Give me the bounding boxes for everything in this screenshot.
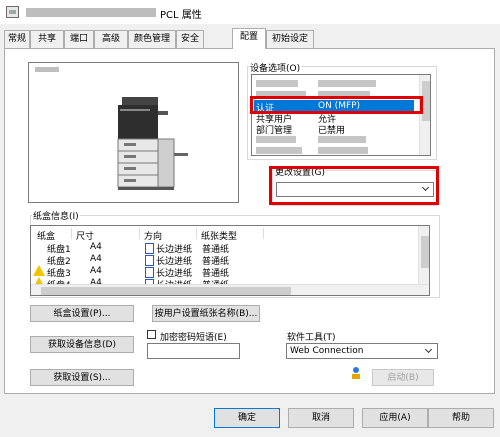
col-header-orientation[interactable]: 方向 [144, 229, 162, 242]
tray-size: A4 [90, 266, 102, 276]
table-row[interactable]: 纸盘2 A4 长边进纸 普通纸 [31, 254, 421, 267]
cancel-button[interactable]: 取消 [288, 408, 354, 428]
encrypt-passphrase-input[interactable] [147, 343, 240, 359]
tab-sharing[interactable]: 共享 [30, 30, 64, 48]
highlight-auth-row [250, 96, 423, 114]
tab-ports[interactable]: 端口 [64, 30, 94, 48]
software-tool-dropdown[interactable]: Web Connection [286, 343, 438, 359]
encrypt-checkbox[interactable] [147, 330, 156, 339]
tab-advanced[interactable]: 高级 [94, 30, 128, 48]
paper-orientation-icon [145, 243, 154, 254]
paper-orientation-icon [145, 267, 154, 278]
col-header-type[interactable]: 纸张类型 [201, 229, 237, 242]
paper-name-setting-button[interactable]: 按用户设置纸张名称(B)... [152, 305, 260, 322]
ok-button[interactable]: 确定 [214, 408, 280, 428]
info-user-icon [352, 367, 360, 379]
warning-icon [33, 265, 45, 276]
software-tool-label: 软件工具(T) [287, 333, 336, 343]
list-item[interactable] [254, 145, 414, 155]
tray-setting-button[interactable]: 纸盒设置(P)... [30, 305, 134, 322]
printer-image-icon [117, 97, 188, 190]
title-bar: PCL 属性 [0, 0, 500, 24]
launch-button[interactable]: 启动(B) [372, 369, 434, 386]
tray-size: A4 [90, 242, 102, 252]
device-options-scrollbar[interactable] [419, 75, 430, 155]
software-tool-value: Web Connection [290, 346, 364, 356]
tab-initial-settings[interactable]: 初始设定 [266, 30, 314, 48]
printer-name-redacted [26, 8, 156, 17]
paper-orientation-icon [145, 255, 154, 266]
col-header-tray[interactable]: 纸盒 [37, 229, 55, 242]
list-item[interactable] [254, 134, 414, 145]
window-title: PCL 属性 [160, 10, 202, 21]
get-settings-button[interactable]: 获取设置(S)... [30, 369, 134, 386]
tray-info-legend: 纸盒信息(I) [32, 209, 80, 222]
list-item[interactable]: 部门管理 已禁用 [254, 123, 414, 136]
tab-configure[interactable]: 配置 [232, 28, 266, 49]
get-device-info-button[interactable]: 获取设备信息(D) [30, 336, 134, 353]
tray-table-vscrollbar[interactable] [418, 226, 429, 284]
encrypt-label: 加密密码短语(E) [160, 333, 227, 343]
printer-app-icon [6, 6, 19, 18]
preview-label-redacted [35, 67, 59, 72]
tray-info-table[interactable]: 纸盒 尺寸 方向 纸张类型 纸盘1 A4 长边进纸 普通纸 纸盘2 A4 长边进… [30, 225, 430, 296]
list-item[interactable] [254, 78, 414, 89]
change-setting-dropdown[interactable]: ON (MFP) [276, 182, 434, 197]
tab-general[interactable]: 常规 [4, 30, 30, 48]
tray-size: A4 [90, 254, 102, 264]
table-row[interactable]: 纸盘1 A4 长边进纸 普通纸 [31, 242, 421, 255]
tab-security[interactable]: 安全 [176, 30, 204, 48]
device-options-list[interactable]: 认证 ON (MFP) 共享用户 允许 部门管理 已禁用 [251, 74, 431, 156]
change-setting-value: ON (MFP) [280, 185, 323, 195]
col-header-size[interactable]: 尺寸 [76, 229, 94, 242]
help-button[interactable]: 帮助 [428, 408, 494, 428]
tab-color-management[interactable]: 颜色管理 [128, 30, 176, 48]
chevron-down-icon [421, 183, 430, 192]
apply-button[interactable]: 应用(A) [362, 408, 428, 428]
dropdown-arrow[interactable] [419, 183, 433, 196]
table-row[interactable]: 纸盘3 A4 长边进纸 普通纸 [31, 265, 421, 279]
device-options-legend: 设备选项(O) [249, 61, 302, 74]
chevron-down-icon [424, 345, 433, 354]
tray-table-hscrollbar[interactable] [31, 284, 429, 295]
printer-preview [28, 62, 239, 203]
